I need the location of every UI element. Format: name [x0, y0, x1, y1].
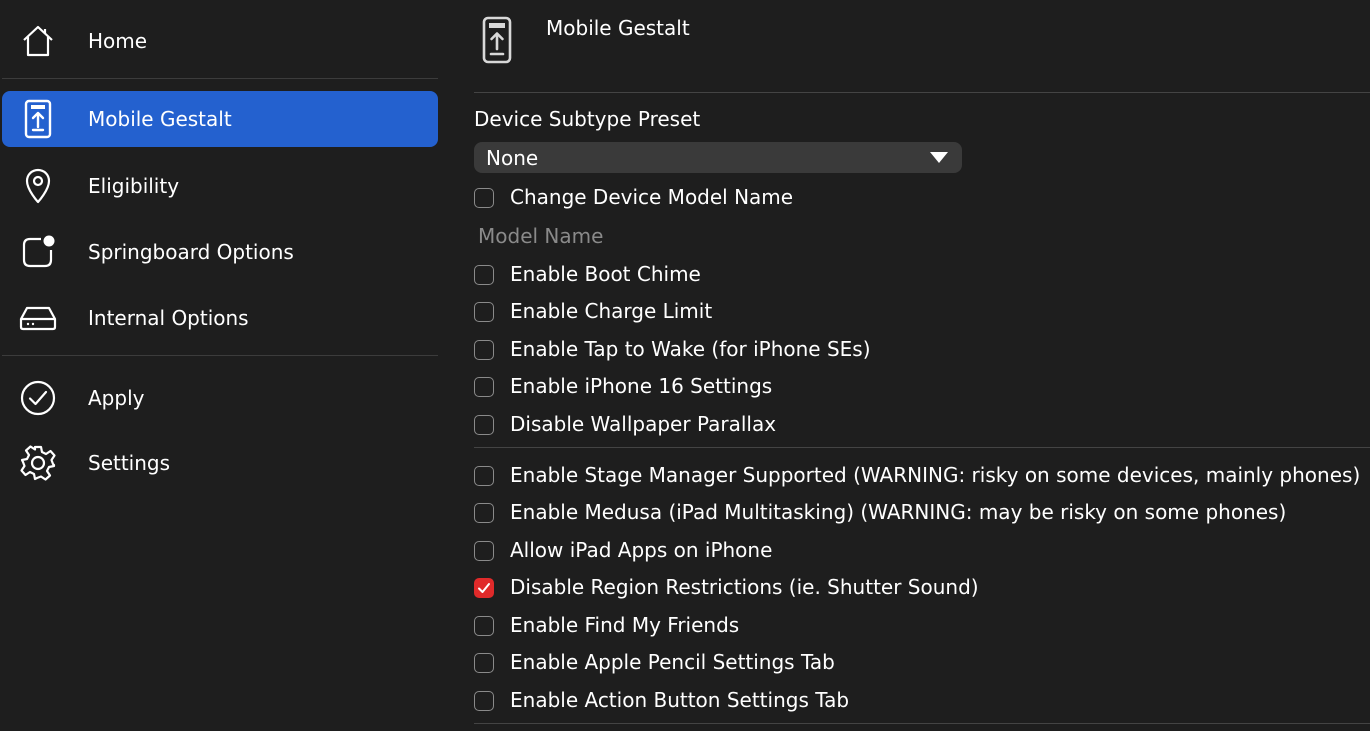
section-divider [474, 723, 1370, 724]
device-subtype-dropdown[interactable]: None [474, 142, 962, 173]
sidebar-item-label: Springboard Options [88, 240, 294, 264]
sidebar: Home Mobile Gestalt Eligibility Springbo… [0, 0, 440, 731]
sidebar-item-mobile-gestalt[interactable]: Mobile Gestalt [2, 91, 438, 147]
app-window: Home Mobile Gestalt Eligibility Springbo… [0, 0, 1370, 731]
gear-icon [18, 443, 58, 483]
sidebar-item-label: Eligibility [88, 174, 180, 198]
checkbox-label: Disable Wallpaper Parallax [510, 412, 777, 436]
checkbox-label: Enable Action Button Settings Tab [510, 688, 850, 712]
model-name-input[interactable]: Model Name [478, 224, 603, 248]
sidebar-item-springboard-options[interactable]: Springboard Options [2, 224, 438, 280]
main-panel: Mobile Gestalt Device Subtype Preset Non… [474, 0, 1370, 731]
checkbox-box[interactable] [474, 415, 494, 435]
drive-icon [18, 298, 58, 338]
checkbox-box[interactable] [474, 265, 494, 285]
page-title: Mobile Gestalt [546, 16, 690, 40]
sidebar-item-settings[interactable]: Settings [2, 435, 438, 491]
checkbox-label: Enable Boot Chime [510, 262, 701, 286]
app-badge-icon [18, 232, 58, 272]
sidebar-item-label: Mobile Gestalt [88, 107, 232, 131]
checkbox-label: Enable Medusa (iPad Multitasking) (WARNI… [510, 500, 1287, 524]
sidebar-item-home[interactable]: Home [2, 13, 438, 69]
checkbox-box[interactable] [474, 466, 494, 486]
checkbox-box[interactable] [474, 653, 494, 673]
sidebar-divider [2, 355, 438, 356]
sidebar-item-internal-options[interactable]: Internal Options [2, 290, 438, 346]
checkbox-label: Change Device Model Name [510, 185, 794, 209]
checkbox-label: Enable iPhone 16 Settings [510, 374, 773, 398]
sidebar-item-label: Apply [88, 386, 145, 410]
section-divider [474, 447, 1370, 448]
checkbox-box[interactable] [474, 302, 494, 322]
phone-upload-icon [18, 99, 58, 139]
sidebar-item-label: Home [88, 29, 148, 53]
checkbox-label: Disable Region Restrictions (ie. Shutter… [510, 575, 979, 599]
checkbox-label: Enable Stage Manager Supported (WARNING:… [510, 463, 1361, 487]
checkbox-label: Enable Tap to Wake (for iPhone SEs) [510, 337, 871, 361]
home-icon [18, 21, 58, 61]
checkbox-label: Allow iPad Apps on iPhone [510, 538, 773, 562]
checkbox-box-checked[interactable] [474, 578, 494, 598]
header-divider [474, 92, 1370, 93]
checkbox-label: Enable Apple Pencil Settings Tab [510, 650, 835, 674]
checkmark-circle-icon [18, 378, 58, 418]
chevron-down-icon [930, 152, 948, 163]
phone-upload-icon [480, 16, 514, 64]
checkbox-box[interactable] [474, 503, 494, 523]
sidebar-item-label: Settings [88, 451, 171, 475]
checkbox-label: Enable Charge Limit [510, 299, 713, 323]
checkbox-box[interactable] [474, 616, 494, 636]
dropdown-selected-value: None [486, 146, 539, 170]
sidebar-divider [2, 78, 438, 79]
sidebar-item-label: Internal Options [88, 306, 249, 330]
sidebar-item-apply[interactable]: Apply [2, 370, 438, 426]
checkbox-label: Enable Find My Friends [510, 613, 740, 637]
checkbox-box[interactable] [474, 188, 494, 208]
checkmark-icon [478, 583, 490, 593]
checkbox-box[interactable] [474, 541, 494, 561]
sidebar-item-eligibility[interactable]: Eligibility [2, 158, 438, 214]
checkbox-box[interactable] [474, 691, 494, 711]
preset-label: Device Subtype Preset [474, 107, 701, 131]
checkbox-box[interactable] [474, 340, 494, 360]
checkbox-box[interactable] [474, 377, 494, 397]
location-pin-icon [18, 166, 58, 206]
